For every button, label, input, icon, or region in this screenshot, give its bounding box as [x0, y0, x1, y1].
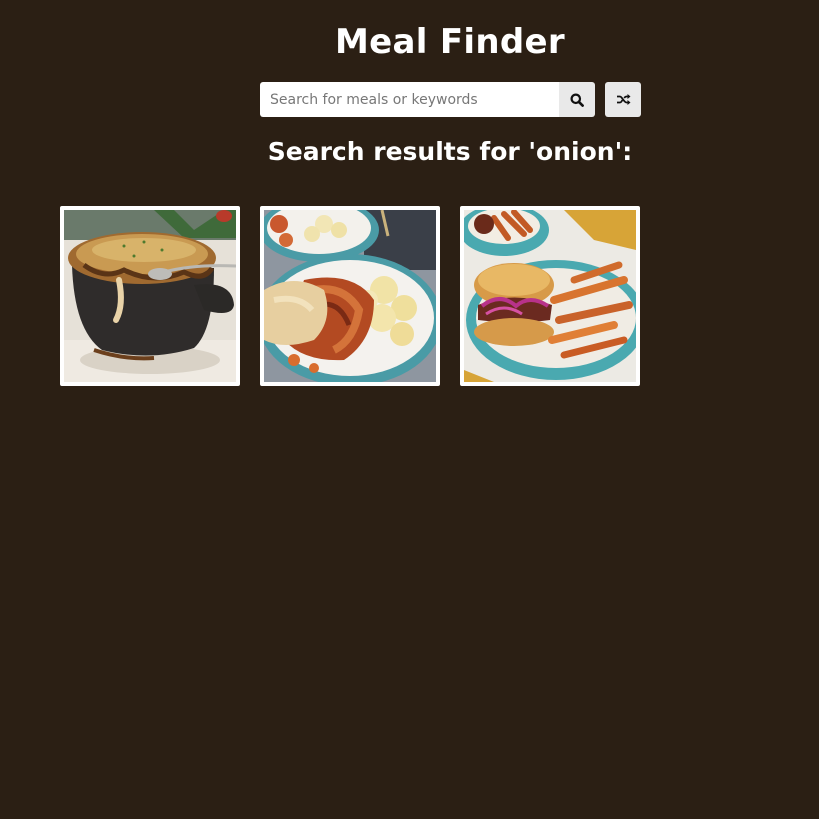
search-form — [260, 82, 595, 117]
burger-onions-sweet-potato-fries-image — [464, 210, 636, 382]
meal-card[interactable] — [260, 206, 440, 386]
results-heading: Search results for 'onion': — [267, 137, 633, 166]
french-onion-soup-image — [64, 210, 236, 382]
shuffle-icon — [616, 94, 630, 105]
search-icon — [570, 93, 584, 107]
meal-card[interactable] — [60, 206, 240, 386]
meal-card[interactable] — [460, 206, 640, 386]
meal-grid — [60, 206, 640, 386]
random-meal-button[interactable] — [605, 82, 641, 117]
page-title: Meal Finder — [335, 22, 565, 62]
chicken-onions-potato-salad-image — [264, 210, 436, 382]
search-button[interactable] — [559, 82, 595, 117]
search-input[interactable] — [260, 82, 559, 117]
